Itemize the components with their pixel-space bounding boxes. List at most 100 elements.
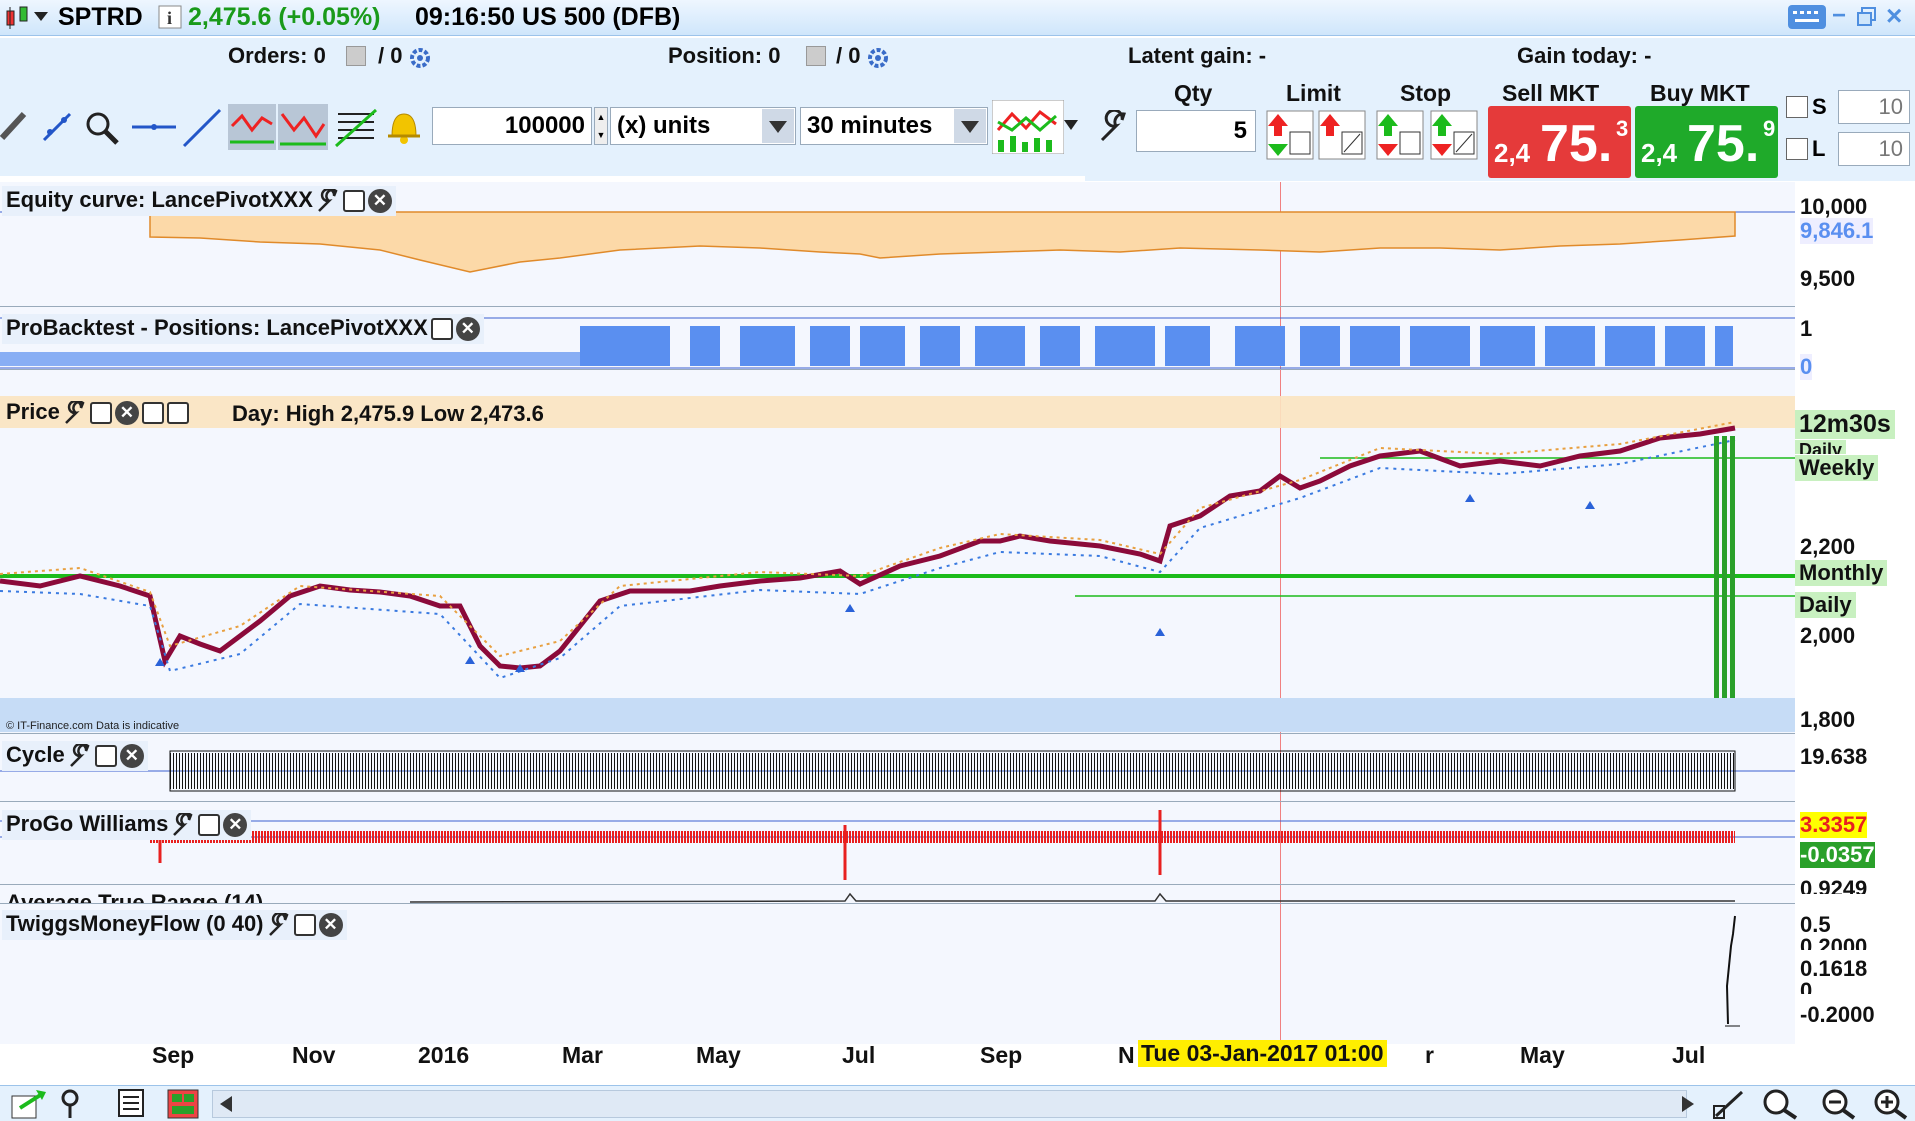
chart-scrollbar[interactable] xyxy=(212,1090,1687,1118)
positions-axis-zero: 0 xyxy=(1800,354,1813,380)
atr-axis-value: 0.9249 xyxy=(1800,876,1868,894)
panel-window-icon[interactable] xyxy=(198,814,221,837)
stop-checkbox[interactable] xyxy=(1786,96,1808,118)
draw-tool-icon[interactable] xyxy=(1712,1088,1746,1120)
atr-line xyxy=(409,892,1735,903)
sell-arrow-icon[interactable] xyxy=(141,402,164,425)
buy-stop-icon[interactable] xyxy=(1376,110,1424,160)
x-axis-label: May xyxy=(696,1042,741,1068)
info-icon[interactable]: i xyxy=(158,5,182,29)
chevron-down-icon[interactable] xyxy=(1064,120,1078,132)
panel-window-icon[interactable] xyxy=(94,745,117,768)
restore-icon[interactable] xyxy=(1856,6,1878,28)
layout-icon[interactable] xyxy=(166,1088,200,1120)
panel-close-icon[interactable]: ✕ xyxy=(455,317,480,342)
twiggs-panel-title: TwiggsMoneyFlow (0 40) ✕ xyxy=(2,910,347,940)
cancel-orders-icon[interactable] xyxy=(346,46,366,66)
panel-close-icon[interactable]: ✕ xyxy=(223,813,248,838)
limit-distance-input[interactable]: 10 xyxy=(1838,132,1910,166)
triangle-pattern-icon[interactable] xyxy=(278,104,328,150)
wrench-icon[interactable] xyxy=(63,400,87,425)
units-quantity-input[interactable]: 100000 xyxy=(432,107,592,145)
price-title-text: Price xyxy=(6,399,60,424)
chevron-down-icon[interactable] xyxy=(954,109,986,143)
monthly-pivot-tag: Monthly xyxy=(1795,560,1888,586)
panel-close-icon[interactable]: ✕ xyxy=(318,913,343,938)
buy-signal-arrows xyxy=(155,494,1595,672)
close-icon[interactable]: × xyxy=(1886,0,1902,32)
daily-pivot-tag-top: Daily xyxy=(1795,440,1847,454)
price-chart xyxy=(0,396,1795,732)
wrench-icon[interactable] xyxy=(1098,110,1132,144)
limit-checkbox[interactable] xyxy=(1786,138,1808,160)
stop-distance-input[interactable]: 10 xyxy=(1838,90,1910,124)
buy-arrow-icon[interactable] xyxy=(166,402,189,425)
position-short-blocks xyxy=(0,352,580,366)
sell-mkt-label: Sell MKT xyxy=(1502,80,1600,106)
panel-window-icon[interactable] xyxy=(89,402,112,425)
buy-market-button[interactable]: 2,4 75. 9 xyxy=(1635,106,1778,178)
crosshair-zoom-icon[interactable] xyxy=(40,110,74,144)
wrench-icon[interactable] xyxy=(316,188,340,213)
instrument-name[interactable]: SPTRD xyxy=(58,3,143,32)
sell-price-prefix: 2,4 xyxy=(1494,138,1531,168)
list-icon[interactable] xyxy=(116,1088,146,1118)
williams-panel xyxy=(0,805,1795,885)
gear-icon[interactable] xyxy=(408,46,434,70)
qty-input[interactable]: 5 xyxy=(1136,110,1256,152)
scroll-left-icon[interactable] xyxy=(218,1094,234,1114)
panel-window-icon[interactable] xyxy=(293,914,316,937)
wrench-icon[interactable] xyxy=(171,812,195,837)
wrench-icon[interactable] xyxy=(68,743,92,768)
channel-icon[interactable] xyxy=(228,104,276,150)
chevron-down-icon[interactable] xyxy=(762,109,794,143)
ruler-icon[interactable] xyxy=(0,108,28,142)
zoom-in-icon[interactable] xyxy=(1872,1088,1908,1120)
sell-price-sup: 3 xyxy=(1616,116,1629,141)
panel-close-icon[interactable]: ✕ xyxy=(114,401,139,426)
magnifier-icon[interactable] xyxy=(84,110,120,146)
panel-close-icon[interactable]: ✕ xyxy=(367,189,392,214)
cursor-date-tag: Tue 03-Jan-2017 01:00 xyxy=(1138,1040,1387,1067)
x-axis-label: 2016 xyxy=(418,1042,470,1068)
timeframe-label: 30 minutes xyxy=(807,112,933,139)
horizontal-line-icon[interactable] xyxy=(130,112,178,142)
williams-title-text: ProGo Williams xyxy=(6,811,169,836)
chevron-down-icon[interactable] xyxy=(34,12,48,22)
panel-window-icon[interactable] xyxy=(430,318,453,341)
x-axis-label: Jul xyxy=(1672,1042,1706,1068)
panel-window-icon[interactable] xyxy=(342,190,365,213)
quantity-stepper[interactable]: ▲ ▼ xyxy=(594,107,608,145)
bell-icon[interactable] xyxy=(384,106,424,148)
indicators-icon[interactable] xyxy=(992,100,1064,154)
scroll-right-icon[interactable] xyxy=(1680,1094,1696,1114)
position-blocks xyxy=(580,326,1733,366)
keyboard-icon[interactable] xyxy=(1787,3,1827,31)
zoom-fit-icon[interactable] xyxy=(1760,1088,1800,1120)
candlestick-icon[interactable] xyxy=(4,5,34,31)
gear-icon[interactable] xyxy=(866,46,892,70)
export-icon[interactable] xyxy=(10,1088,50,1120)
sell-price-big: 75. xyxy=(1540,115,1613,173)
x-axis-label: Jul xyxy=(842,1042,876,1068)
close-position-icon[interactable] xyxy=(806,46,826,66)
price-overlay-text: Day: High 2,475.9 Low 2,473.6 xyxy=(232,401,544,426)
williams-axis-b: -0.0357 xyxy=(1800,842,1875,868)
stop-label: Stop xyxy=(1400,80,1452,106)
wrench-icon[interactable] xyxy=(267,912,291,937)
price-panel xyxy=(0,396,1795,734)
fibonacci-icon[interactable] xyxy=(334,106,378,148)
strategy-icon[interactable] xyxy=(58,1088,88,1120)
cycle-axis-value: 19.638 xyxy=(1800,744,1868,769)
sell-stop-icon[interactable] xyxy=(1430,110,1478,160)
panel-close-icon[interactable]: ✕ xyxy=(119,744,144,769)
minimize-icon[interactable]: − xyxy=(1832,2,1846,30)
sell-market-button[interactable]: 2,4 75. 3 xyxy=(1488,106,1631,178)
x-axis-label: Sep xyxy=(152,1042,195,1068)
sell-limit-icon[interactable] xyxy=(1318,110,1366,160)
buy-limit-icon[interactable] xyxy=(1266,110,1314,160)
trendline-icon[interactable] xyxy=(180,108,224,148)
weekly-pivot-tag: Weekly xyxy=(1795,455,1879,481)
position-total: / 0 xyxy=(836,43,861,68)
zoom-out-icon[interactable] xyxy=(1820,1088,1856,1120)
